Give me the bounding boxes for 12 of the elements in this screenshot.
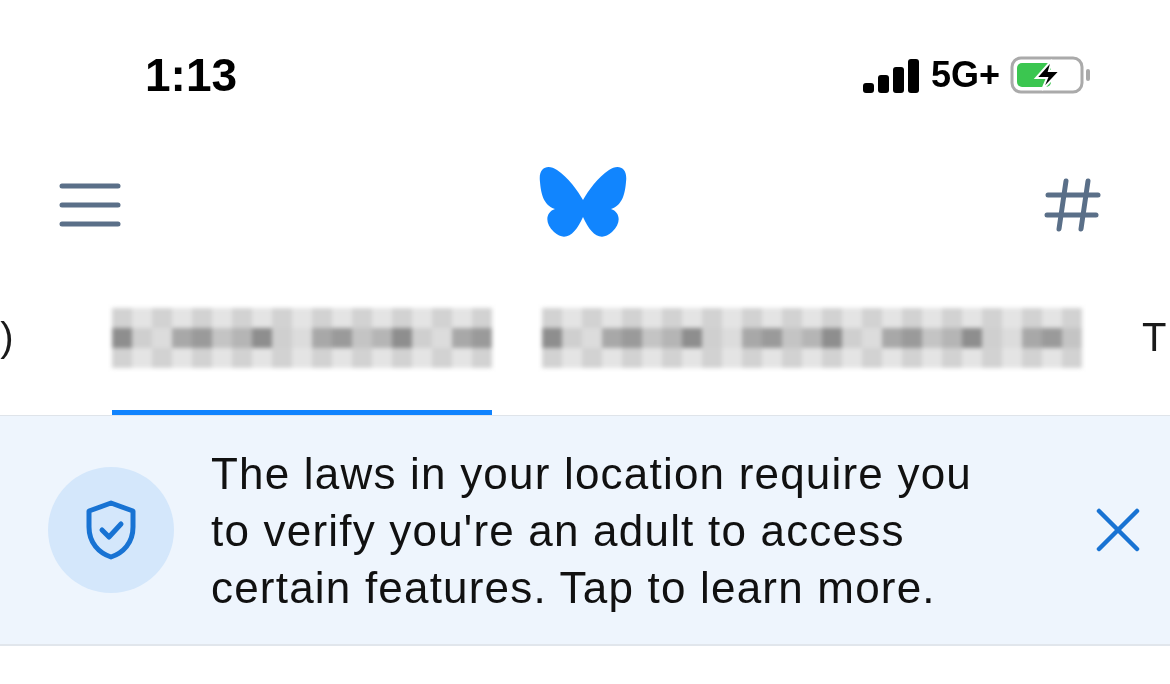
menu-icon[interactable] [58, 182, 122, 228]
tab[interactable]: ) [0, 265, 19, 415]
tab[interactable]: T [1138, 265, 1170, 415]
banner-message: The laws in your location require you to verify you're an adult to access certain features. Tap to learn more. [211, 447, 973, 614]
age-verification-banner[interactable]: The laws in your location require you to verify you're an adult to access certain features. Tap to learn more. [0, 416, 1170, 646]
network-type: 5G+ [930, 54, 1000, 96]
status-time: 1:13 [145, 48, 238, 102]
close-icon[interactable] [1096, 508, 1140, 552]
pixelated-label-icon [111, 307, 492, 368]
pixelated-label-icon [541, 307, 1082, 368]
signal-icon [862, 57, 921, 93]
hashtag-icon[interactable] [1044, 177, 1102, 233]
